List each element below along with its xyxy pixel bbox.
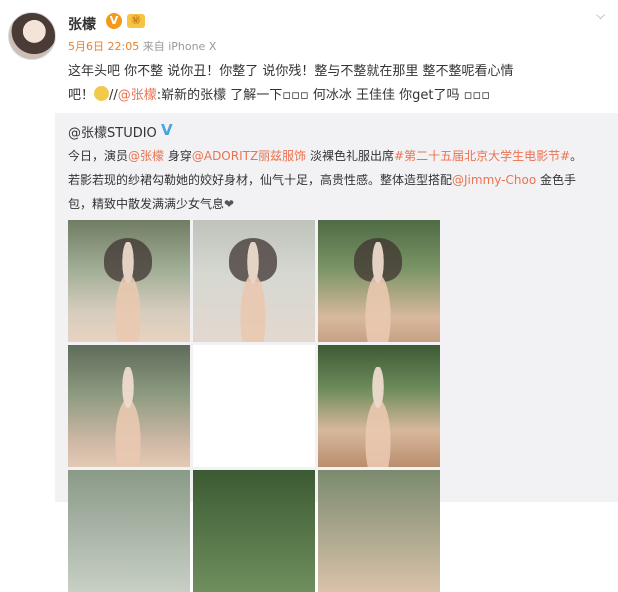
figure [356,367,400,467]
post-meta: 5月6日 22:05 来自 iPhone X [68,38,216,54]
crown-badge-icon: ㊙ [127,14,145,28]
photo-thumbnail[interactable] [68,470,190,592]
avatar[interactable] [8,12,56,60]
mention-link[interactable]: @张檬 [128,149,164,163]
figure [106,242,150,342]
post-line2-rest: :崭新的张檬 了解一下▫▫▫ 何冰冰 王佳佳 你get了吗 ▫▫▫ [156,88,491,103]
mention-link[interactable]: @Jimmy-Choo [452,173,536,187]
repost-text-part: 若影若现的纱裙勾勒她的姣好身材，仙气十足，高贵性感。整体造型搭配 [68,173,453,187]
post-line1: 这年头吧 你不整 说你丑！你整了 说你残！整与不整就在那里 整不整呢看心情 [68,64,514,79]
repost-author[interactable]: @张檬STUDIO [68,122,157,141]
user-name[interactable]: 张檬 [68,14,96,34]
mention-link[interactable]: @ADORITZ丽兹服饰 [192,149,306,163]
verified-badge-icon: V [106,13,122,29]
repost-text: 今日，演员@张檬 身穿@ADORITZ丽兹服饰 淡裸色礼服出席#第二十五届北京大… [68,144,613,216]
photo-thumbnail[interactable] [318,220,440,342]
photo-thumbnail[interactable] [193,470,315,592]
chevron-down-icon[interactable]: ⌵ [596,8,605,23]
photo-thumbnail[interactable] [68,220,190,342]
repost-text-part: 身穿 [164,149,192,163]
repost-sep: // [109,88,118,103]
figure [106,367,150,467]
post-text: 这年头吧 你不整 说你丑！你整了 说你残！整与不整就在那里 整不整呢看心情 吧！… [68,60,613,108]
photo-thumbnail[interactable] [193,220,315,342]
photo-thumbnail[interactable] [193,345,315,467]
post-source: 来自 iPhone X [142,40,217,53]
repost-text-part: 今日，演员 [68,149,129,163]
post-line2-prefix: 吧！ [68,88,95,103]
post-time[interactable]: 5月6日 22:05 [68,40,139,53]
hashtag-link[interactable]: #第二十五届北京大学生电影节# [394,149,570,163]
photo-thumbnail[interactable] [318,470,440,592]
figure [231,242,275,342]
repost-text-part: 包，精致中散发满满少女气息 [68,197,225,211]
repost-text-part: 金色手 [536,173,576,187]
mention-link[interactable]: @张檬 [118,88,157,103]
figure [356,242,400,342]
photo-thumbnail[interactable] [318,345,440,467]
photo-thumbnail[interactable] [68,345,190,467]
heart-icon: ❤ [224,197,235,211]
blue-verified-icon: V [161,121,173,139]
repost-text-part: 淡裸色礼服出席 [306,149,395,163]
repost-text-part: 。 [570,149,583,163]
cat-emoji-icon [94,86,110,101]
